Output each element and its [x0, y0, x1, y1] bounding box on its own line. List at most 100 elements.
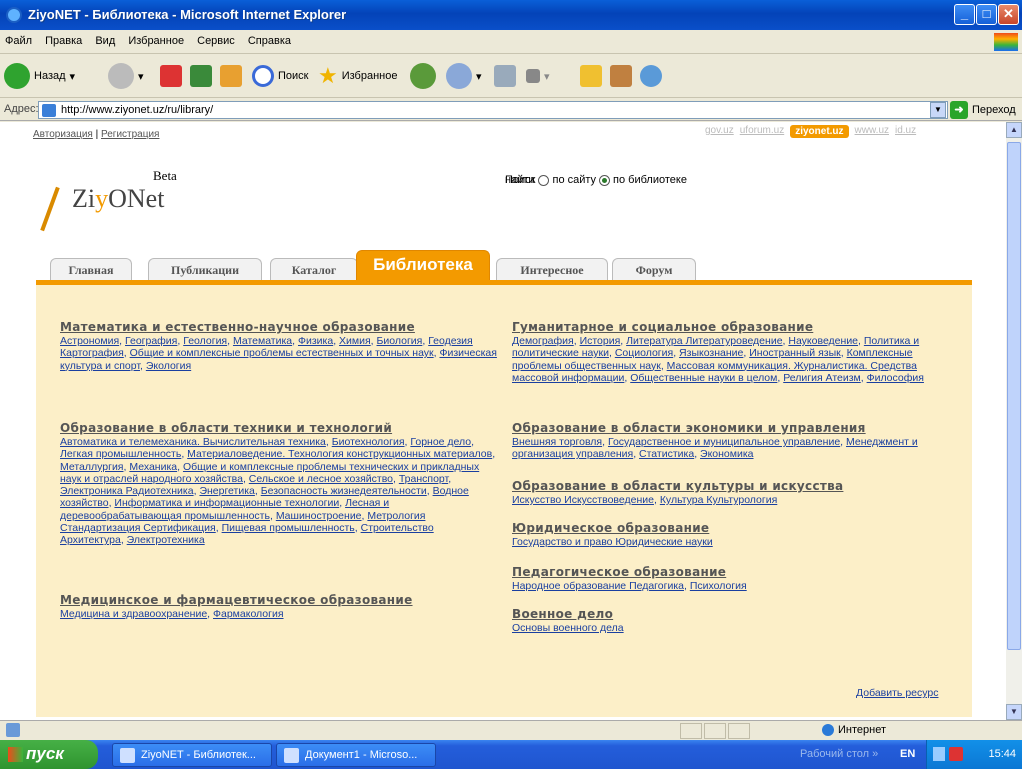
section-title-link[interactable]: Математика и естественно-научное образов… [60, 320, 500, 334]
category-link[interactable]: Металлургия [60, 461, 124, 473]
category-link[interactable]: Науковедение [788, 335, 858, 347]
category-link[interactable]: Культура Культурология [660, 494, 777, 506]
category-link[interactable]: Психология [690, 580, 747, 592]
menu-favorites[interactable]: Избранное [123, 30, 189, 47]
discuss-button[interactable] [580, 62, 602, 90]
category-link[interactable]: Биотехнология [332, 436, 405, 448]
category-link[interactable]: Легкая промышленность [60, 448, 181, 460]
site-link[interactable]: id.uz [895, 125, 916, 138]
ziyonet-logo[interactable]: Beta ZiyONet [40, 168, 228, 238]
menu-file[interactable]: Файл [0, 30, 37, 47]
tab-catalog[interactable]: Каталог [270, 258, 358, 280]
window-titlebar[interactable]: ZiyoNET - Библиотека - Microsoft Interne… [0, 0, 1022, 30]
category-link[interactable]: Машиностроение [276, 510, 362, 522]
category-link[interactable]: Информатика и информационные технологии [114, 497, 339, 509]
category-link[interactable]: Астрономия [60, 335, 119, 347]
radio-library[interactable] [599, 174, 611, 186]
vertical-scrollbar[interactable]: ▲ ▼ [1006, 122, 1022, 720]
close-button[interactable]: ✕ [998, 4, 1019, 25]
radio-site[interactable] [538, 174, 550, 186]
category-link[interactable]: География [125, 335, 177, 347]
task-word[interactable]: Документ1 - Microso... [276, 743, 436, 767]
category-link[interactable]: Пищевая промышленность [222, 522, 355, 534]
category-link[interactable]: Иностранный язык [749, 347, 841, 359]
stop-button[interactable] [160, 62, 182, 90]
category-link[interactable]: Государство и право Юридические науки [512, 536, 713, 548]
category-link[interactable]: Философия [867, 372, 924, 384]
category-link[interactable]: Народное образование Педагогика [512, 580, 684, 592]
add-resource-link[interactable]: Добавить ресурс [856, 687, 938, 699]
category-link[interactable]: Религия Атеизм [783, 372, 861, 384]
desktop-toolbar[interactable]: Рабочий стол » [800, 748, 878, 760]
category-link[interactable]: Социология [615, 347, 673, 359]
category-link[interactable]: Механика [129, 461, 177, 473]
site-link[interactable]: uforum.uz [740, 125, 784, 138]
favorites-button[interactable]: ★ Избранное [318, 62, 397, 90]
category-link[interactable]: Физика [298, 335, 333, 347]
tab-interesting[interactable]: Интересное [496, 258, 608, 280]
search-button[interactable]: Поиск [252, 62, 308, 90]
start-button[interactable]: пуск [0, 740, 98, 769]
section-title-link[interactable]: Юридическое образование [512, 521, 952, 535]
section-title-link[interactable]: Образование в области техники и технолог… [60, 421, 500, 435]
category-link[interactable]: Экономика [700, 448, 753, 460]
category-link[interactable]: Автоматика и телемеханика. Вычислительна… [60, 436, 326, 448]
category-link[interactable]: Биология [377, 335, 423, 347]
section-title-link[interactable]: Образование в области культуры и искусст… [512, 479, 952, 493]
go-button[interactable]: ➜ Переход [950, 101, 1016, 119]
category-link[interactable]: История [580, 335, 621, 347]
category-link[interactable]: Искусство Искусствоведение [512, 494, 654, 506]
register-link[interactable]: Регистрация [101, 129, 159, 140]
home-button[interactable] [220, 62, 242, 90]
forward-button[interactable]: ▾ [108, 62, 144, 90]
category-link[interactable]: Безопасность жизнедеятельности [261, 485, 427, 497]
address-dropdown-icon[interactable]: ▼ [930, 102, 946, 118]
tab-library[interactable]: Библиотека [356, 250, 490, 280]
site-link[interactable]: gov.uz [705, 125, 734, 138]
messenger-button[interactable] [640, 62, 662, 90]
category-link[interactable]: Литература Литературоведение [626, 335, 782, 347]
refresh-button[interactable] [190, 62, 212, 90]
category-link[interactable]: Материаловедение. Технология конструкцио… [187, 448, 492, 460]
category-link[interactable]: Математика [233, 335, 292, 347]
search-submit-button[interactable]: найти [505, 174, 535, 186]
network-icon[interactable] [933, 747, 945, 761]
category-link[interactable]: Геология [183, 335, 227, 347]
address-input[interactable]: http://www.ziyonet.uz/ru/library/ [38, 101, 948, 119]
category-link[interactable]: Демография [512, 335, 574, 347]
category-link[interactable]: Внешняя торговля [512, 436, 602, 448]
category-link[interactable]: Медицина и здравоохранение [60, 608, 207, 620]
menu-tools[interactable]: Сервис [192, 30, 240, 47]
section-title-link[interactable]: Военное дело [512, 607, 952, 621]
menu-view[interactable]: Вид [90, 30, 120, 47]
research-button[interactable] [610, 62, 632, 90]
section-title-link[interactable]: Образование в области экономики и управл… [512, 421, 952, 435]
category-link[interactable]: Горное дело [410, 436, 471, 448]
history-button[interactable] [410, 62, 436, 90]
scroll-up-icon[interactable]: ▲ [1006, 122, 1022, 138]
category-link[interactable]: Химия [339, 335, 371, 347]
scroll-thumb[interactable] [1007, 142, 1021, 650]
category-link[interactable]: Языкознание [679, 347, 743, 359]
category-link[interactable]: Электроника Радиотехника [60, 485, 194, 497]
maximize-button[interactable]: □ [976, 4, 997, 25]
category-link[interactable]: Основы военного дела [512, 622, 624, 634]
category-link[interactable]: Общие и комплексные проблемы естественны… [130, 347, 434, 359]
edit-button[interactable]: ▾ [526, 62, 550, 90]
section-title-link[interactable]: Медицинское и фармацевтическое образован… [60, 593, 500, 607]
login-link[interactable]: Авторизация [33, 129, 93, 140]
category-link[interactable]: Сельское и лесное хозяйство [249, 473, 393, 485]
tab-publications[interactable]: Публикации [148, 258, 262, 280]
category-link[interactable]: Транспорт [399, 473, 448, 485]
site-link-active[interactable]: ziyonet.uz [790, 125, 849, 138]
section-title-link[interactable]: Педагогическое образование [512, 565, 952, 579]
category-link[interactable]: Экология [146, 360, 191, 372]
category-link[interactable]: Электротехника [127, 534, 205, 546]
menu-edit[interactable]: Правка [40, 30, 87, 47]
language-indicator[interactable]: EN [900, 748, 915, 760]
minimize-button[interactable]: _ [954, 4, 975, 25]
menu-help[interactable]: Справка [243, 30, 296, 47]
mail-button[interactable]: ▾ [446, 62, 482, 90]
category-link[interactable]: Государственное и муниципальное управлен… [608, 436, 840, 448]
tab-main[interactable]: Главная [50, 258, 132, 280]
